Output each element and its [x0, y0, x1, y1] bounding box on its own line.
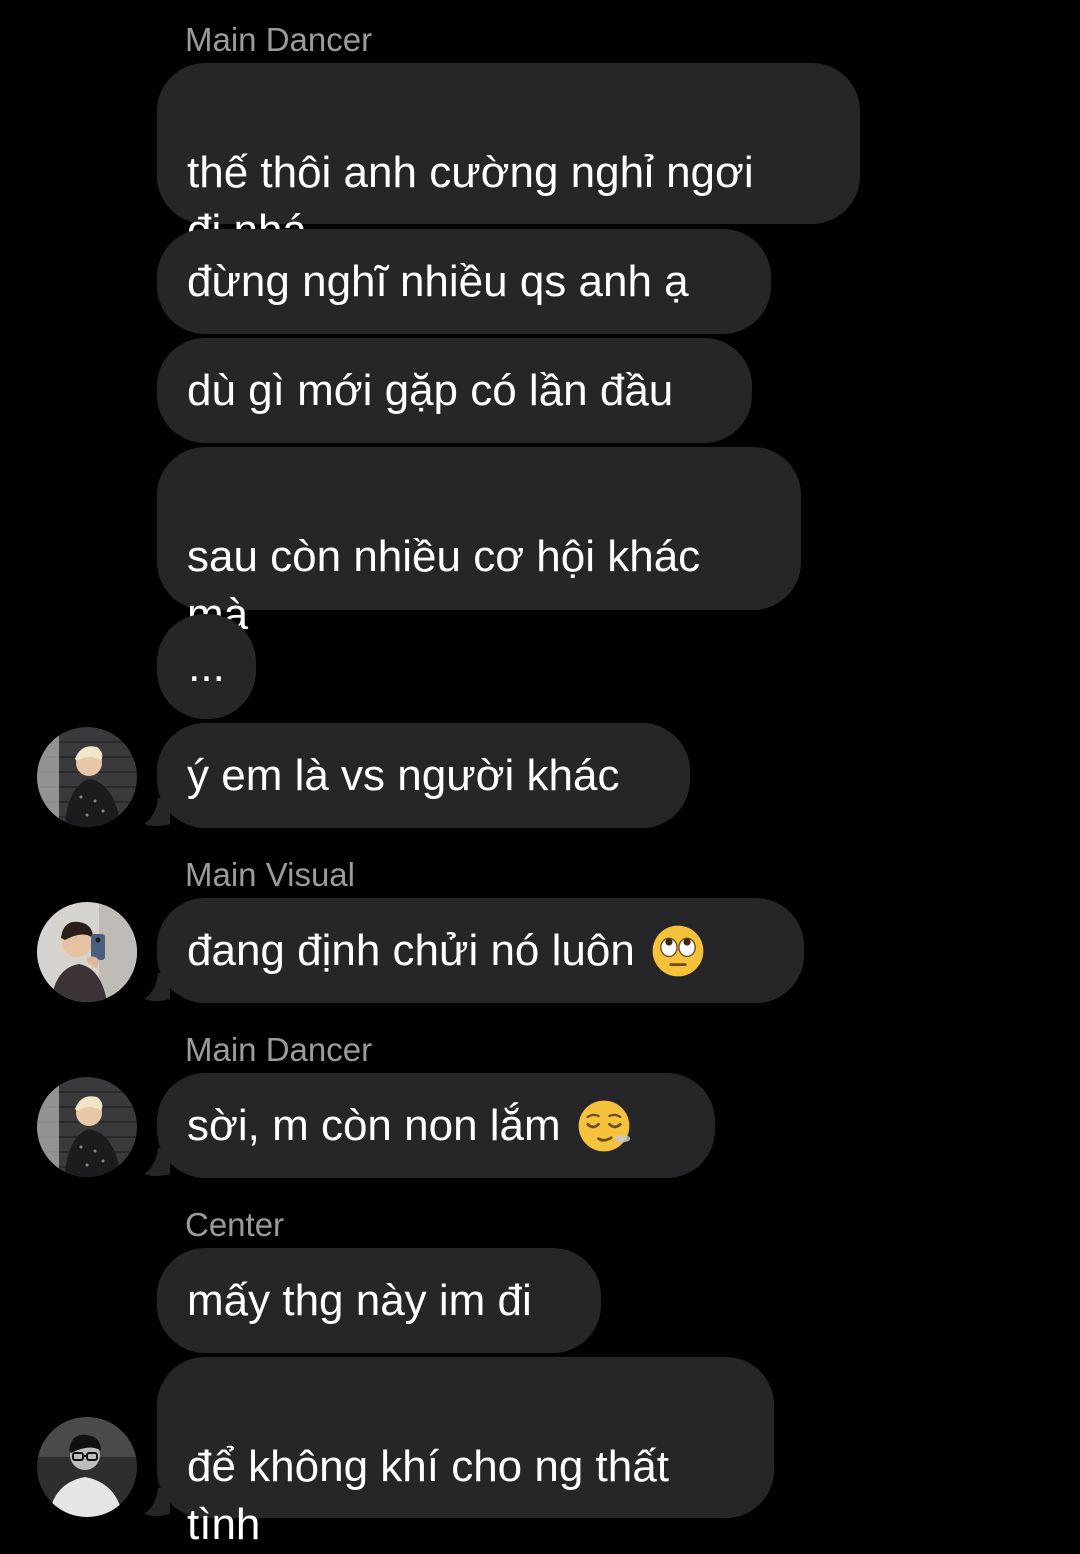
message-bubble[interactable]: sời, m còn non lắm — [157, 1073, 715, 1178]
message-bubble[interactable]: ... — [157, 614, 256, 719]
avatar-main-dancer[interactable] — [37, 1077, 137, 1177]
message-text: đang định chửi nó luôn — [187, 925, 635, 975]
message-text: sời, m còn non lắm — [187, 1100, 561, 1150]
avatar-image — [37, 1077, 137, 1177]
avatar-main-visual[interactable] — [37, 902, 137, 1002]
message-bubble[interactable]: ý em là vs người khác — [157, 723, 690, 828]
message-bubble[interactable]: sau còn nhiều cơ hội khác mà — [157, 447, 801, 698]
message-bubble[interactable]: mấy thg này im đi — [157, 1248, 601, 1353]
message-bubble[interactable]: dù gì mới gặp có lần đầu — [157, 338, 752, 443]
message-text: ... — [188, 641, 225, 691]
avatar-main-dancer[interactable] — [37, 727, 137, 827]
relieved-face-emoji — [578, 1100, 630, 1151]
avatar-center[interactable] — [37, 1417, 137, 1517]
sender-name: Main Dancer — [185, 1031, 373, 1068]
message-text: ý em là vs người khác — [187, 750, 620, 800]
sender-name: Center — [185, 1206, 285, 1243]
message-bubble[interactable]: đừng nghĩ nhiều qs anh ạ — [157, 229, 771, 334]
face-with-rolling-eyes-emoji — [652, 925, 704, 976]
message-text: đừng nghĩ nhiều qs anh ạ — [187, 256, 689, 306]
message-text: dù gì mới gặp có lần đầu — [187, 365, 674, 415]
avatar-image — [37, 1417, 137, 1517]
message-text: để không khí cho ng thất tình — [187, 1442, 669, 1549]
message-bubble[interactable]: để không khí cho ng thất tình — [157, 1357, 774, 1549]
avatar-image — [37, 902, 137, 1002]
sender-name: Main Dancer — [185, 21, 373, 58]
message-text: mấy thg này im đi — [187, 1275, 532, 1325]
avatar-image — [37, 727, 137, 827]
message-text: sau còn nhiều cơ hội khác mà — [187, 532, 701, 639]
message-bubble[interactable]: thế thôi anh cường nghỉ ngơi đi nhá — [157, 63, 860, 255]
message-bubble[interactable]: đang định chửi nó luôn — [157, 898, 804, 1003]
sender-name: Main Visual — [185, 856, 355, 893]
